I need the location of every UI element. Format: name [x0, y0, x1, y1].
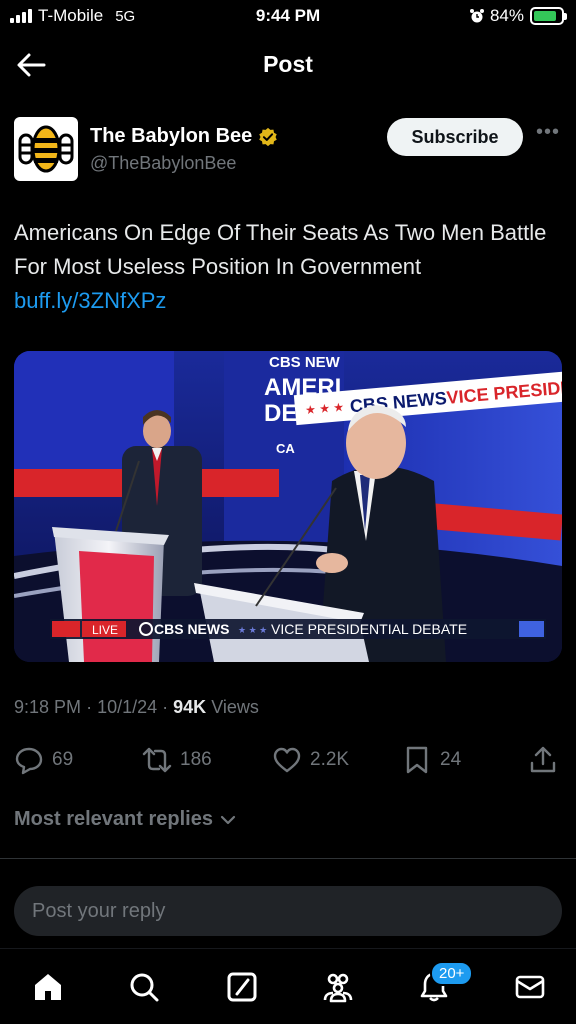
- replies-sort-dropdown[interactable]: Most relevant replies: [14, 808, 237, 831]
- post-link[interactable]: buff.ly/3ZNfXPz: [14, 284, 562, 318]
- mail-icon: [515, 975, 545, 999]
- post-body: Americans On Edge Of Their Seats As Two …: [14, 220, 547, 279]
- author-name[interactable]: The Babylon Bee: [90, 125, 252, 148]
- communities-icon: [323, 973, 353, 1003]
- reply-icon: [15, 747, 43, 775]
- bookmark-icon: [406, 746, 428, 774]
- page-title: Post: [263, 51, 313, 77]
- reply-count: 69: [52, 749, 74, 770]
- battery-info: 84%: [469, 6, 567, 26]
- views-count: 94K: [173, 697, 207, 717]
- share-icon: [530, 746, 556, 773]
- post-actions: 69 186 2.2K 24: [14, 742, 562, 778]
- nav-communities[interactable]: [320, 969, 356, 1005]
- debate-video-frame: CBS NEW AMERI DE CA ★ ★ ★ CBS NEWS VICE …: [14, 351, 562, 662]
- views-label: Views: [211, 697, 259, 717]
- chevron-down-icon: [220, 815, 236, 824]
- share-button[interactable]: [528, 742, 558, 778]
- battery-icon: [530, 7, 567, 25]
- author-name-row[interactable]: The Babylon Bee: [90, 125, 278, 148]
- reply-input[interactable]: [14, 886, 562, 936]
- nav-search[interactable]: [126, 969, 162, 1005]
- bottom-nav: 20+: [0, 948, 576, 1024]
- reply-button[interactable]: 69: [14, 742, 73, 778]
- battery-percent: 84%: [489, 6, 524, 25]
- status-bar: T-Mobile 5G 9:44 PM 84%: [0, 0, 576, 34]
- repost-count: 186: [180, 749, 212, 770]
- page-header: Post: [0, 40, 576, 90]
- alarm-icon: [469, 9, 484, 23]
- backdrop-line3: CA: [276, 441, 295, 456]
- chyron: LIVE CBS NEWS ★ ★ ★ VICE PRESIDENTIAL DE…: [50, 619, 546, 639]
- post-author: The Babylon Bee @TheBabylonBee Subscribe…: [14, 117, 562, 183]
- heart-icon: [273, 747, 301, 773]
- divider: [0, 858, 576, 859]
- nav-grok[interactable]: [224, 969, 260, 1005]
- post-text: Americans On Edge Of Their Seats As Two …: [14, 216, 562, 318]
- subscribe-button[interactable]: Subscribe: [387, 118, 523, 156]
- post-meta: 9:18 PM · 10/1/24 · 94K Views: [14, 697, 259, 718]
- chyron-network: CBS NEWS: [154, 621, 229, 637]
- search-icon: [130, 973, 159, 1002]
- svg-text:★ ★ ★: ★ ★ ★: [238, 625, 267, 635]
- bookmark-button[interactable]: 24: [402, 742, 461, 778]
- like-button[interactable]: 2.2K: [272, 742, 349, 778]
- like-count: 2.2K: [310, 749, 350, 770]
- post-time: 9:18 PM: [14, 697, 82, 717]
- repost-button[interactable]: 186: [142, 742, 212, 778]
- backdrop-cbs-text: CBS NEW: [269, 354, 341, 371]
- verified-badge-icon: [259, 127, 277, 146]
- grok-icon: [227, 972, 257, 1002]
- bee-logo-icon: [18, 125, 74, 173]
- bookmark-count: 24: [440, 749, 462, 770]
- notifications-badge: 20+: [430, 961, 474, 986]
- meta-separator: ·: [162, 697, 174, 717]
- backdrop-line2: DE: [264, 400, 297, 427]
- repost-icon: [142, 747, 172, 773]
- replies-sort-label: Most relevant replies: [14, 808, 213, 830]
- chyron-title: VICE PRESIDENTIAL DEBATE: [271, 621, 467, 637]
- nav-home[interactable]: [30, 969, 66, 1005]
- battery-level: [534, 11, 556, 21]
- author-handle[interactable]: @TheBabylonBee: [90, 153, 236, 174]
- meta-separator: ·: [86, 697, 98, 717]
- chyron-live: LIVE: [92, 623, 118, 637]
- more-options-button[interactable]: •••: [536, 121, 560, 144]
- avatar[interactable]: [14, 117, 78, 181]
- nav-messages[interactable]: [512, 969, 548, 1005]
- home-icon: [35, 974, 61, 1000]
- post-date: 10/1/24: [97, 697, 158, 717]
- post-media[interactable]: CBS NEW AMERI DE CA ★ ★ ★ CBS NEWS VICE …: [14, 351, 562, 662]
